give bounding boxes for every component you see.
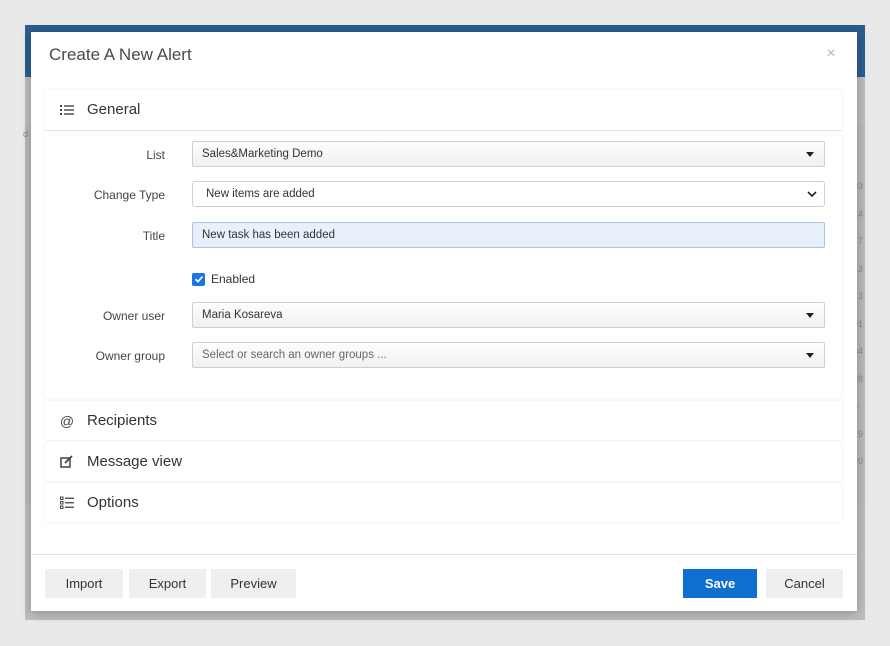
owner-group-select[interactable]: Select or search an owner groups ... (192, 342, 825, 368)
options-section-header[interactable]: Options (45, 483, 842, 522)
list-icon (59, 102, 75, 118)
message-view-section[interactable]: Message view (45, 442, 842, 481)
list-label: List (146, 148, 165, 162)
export-button[interactable]: Export (129, 569, 206, 598)
at-icon: @ (59, 412, 75, 429)
owner-user-select[interactable]: Maria Kosareva (192, 302, 825, 328)
change-type-row: Change Type New items are added (45, 181, 842, 209)
options-section-title: Options (87, 494, 139, 511)
caret-down-icon (806, 152, 814, 157)
change-type-label: Change Type (93, 188, 165, 202)
owner-user-label: Owner user (102, 309, 165, 323)
dialog-title: Create A New Alert (49, 45, 192, 64)
caret-down-icon (806, 313, 814, 318)
general-section: General List Sales&Marketing Demo Change… (45, 90, 842, 398)
enabled-checkbox[interactable] (192, 272, 205, 286)
recipients-section-title: Recipients (87, 412, 158, 429)
title-label: Title (142, 229, 165, 243)
general-section-title: General (87, 101, 141, 118)
owner-group-label: Owner group (95, 349, 165, 363)
recipients-section[interactable]: @ Recipients (45, 401, 842, 440)
section-divider (45, 130, 842, 131)
message-view-section-title: Message view (87, 453, 183, 470)
footer-divider (31, 554, 857, 555)
options-section[interactable]: Options (45, 483, 842, 522)
owner-user-row: Owner user Maria Kosareva (45, 302, 842, 330)
title-input[interactable]: New task has been added (192, 222, 825, 248)
list-row: List Sales&Marketing Demo (45, 141, 842, 169)
create-alert-dialog: Create A New Alert × General List Sales&… (31, 32, 857, 611)
close-icon[interactable]: × (823, 46, 839, 62)
title-row: Title New task has been added (45, 222, 842, 250)
enabled-row: Enabled (192, 272, 255, 286)
cancel-button[interactable]: Cancel (766, 569, 843, 598)
caret-down-icon (806, 353, 814, 358)
change-type-select-value: New items are added (206, 188, 315, 200)
checklist-icon (59, 495, 75, 511)
owner-group-row: Owner group Select or search an owner gr… (45, 342, 842, 370)
edit-icon (59, 454, 75, 470)
save-button[interactable]: Save (683, 569, 757, 598)
change-type-select[interactable]: New items are added (192, 181, 825, 207)
recipients-section-header[interactable]: @ Recipients (45, 401, 842, 440)
general-section-header[interactable]: General (45, 90, 842, 129)
dialog-header: Create A New Alert × (31, 32, 857, 82)
owner-user-select-value: Maria Kosareva (202, 309, 283, 321)
preview-button[interactable]: Preview (211, 569, 296, 598)
message-view-section-header[interactable]: Message view (45, 442, 842, 481)
list-select[interactable]: Sales&Marketing Demo (192, 141, 825, 167)
title-input-value: New task has been added (202, 229, 335, 241)
list-select-value: Sales&Marketing Demo (202, 148, 323, 160)
enabled-label: Enabled (211, 272, 256, 286)
check-icon (194, 275, 203, 283)
import-button[interactable]: Import (45, 569, 123, 598)
chevron-down-icon (807, 191, 817, 198)
owner-group-placeholder: Select or search an owner groups ... (202, 349, 387, 361)
